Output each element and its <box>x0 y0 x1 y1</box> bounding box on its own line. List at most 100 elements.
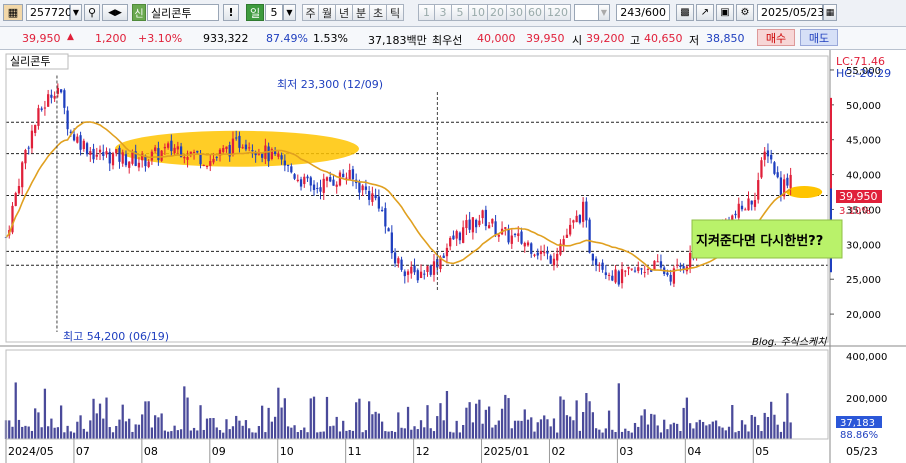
candle-body <box>510 235 513 244</box>
sell-button[interactable]: 매도 <box>800 29 838 46</box>
volume-bar <box>147 401 150 439</box>
period-value-input[interactable]: 5 <box>265 4 283 21</box>
candle-body <box>607 274 611 276</box>
volume-bar <box>202 429 205 439</box>
period-tick-button[interactable]: 틱 <box>387 4 404 21</box>
volume-bar <box>277 387 280 439</box>
candle-body <box>397 258 400 264</box>
candle-body <box>633 270 637 272</box>
volume-bar <box>779 431 783 439</box>
buy-button[interactable]: 매수 <box>757 29 795 46</box>
date-field[interactable]: 2025/05/23 <box>757 4 824 21</box>
period-dropdown-icon[interactable]: ▼ <box>283 4 296 21</box>
low-price: 38,850 <box>706 32 745 45</box>
volume-bar <box>403 428 406 439</box>
interval-3-button[interactable]: 3 <box>435 4 452 21</box>
volume-bar <box>82 428 85 439</box>
search-icon[interactable]: ⚲ <box>84 4 100 21</box>
volume-bar <box>588 401 591 439</box>
candle-body <box>303 176 306 185</box>
volume-bar <box>750 415 753 439</box>
volume-bar <box>254 432 257 439</box>
indicator-hc-label: HC:-26.29 <box>836 67 891 80</box>
period-minute-button[interactable]: 분 <box>353 4 370 21</box>
save-icon[interactable]: ▣ <box>716 4 734 21</box>
candle-body <box>406 271 410 275</box>
interval-10-button[interactable]: 10 <box>469 4 488 21</box>
stock-name-field[interactable]: 실리콘투 <box>147 4 219 21</box>
candle-body <box>296 179 299 181</box>
volume-bar <box>377 413 380 439</box>
volume-bar <box>439 403 442 439</box>
price-change-pct: +3.10% <box>138 32 183 45</box>
x-tick-label: 03 <box>619 445 633 458</box>
custom-interval-dropdown-icon[interactable]: ▼ <box>598 4 610 21</box>
volume-tick-1: 400,000 <box>846 352 887 363</box>
volume-bar <box>63 432 66 439</box>
candle-body <box>14 193 17 206</box>
period-week-button[interactable]: 주 <box>302 4 319 21</box>
interval-60-button[interactable]: 60 <box>526 4 545 21</box>
volume-bar <box>228 429 231 439</box>
x-tick-label: 02 <box>551 445 565 458</box>
calendar-icon[interactable]: ▦ <box>823 4 837 21</box>
period-second-button[interactable]: 초 <box>370 4 387 21</box>
interval-20-button[interactable]: 20 <box>488 4 507 21</box>
drawing-tool-icon[interactable]: ↗ <box>696 4 714 21</box>
menu-icon[interactable]: ▦ <box>3 4 23 21</box>
candle-body <box>789 174 792 188</box>
interval-5-button[interactable]: 5 <box>452 4 469 21</box>
indicator-icon[interactable]: ▩ <box>676 4 694 21</box>
volume-bar <box>523 409 526 439</box>
volume-bar <box>426 405 429 439</box>
volume-bar <box>374 411 377 439</box>
candle-body <box>750 200 753 205</box>
volume-bar <box>624 428 627 439</box>
candle-body <box>79 135 82 150</box>
candle-body <box>403 271 406 277</box>
volume-bar <box>235 415 238 439</box>
prev-next-icon[interactable]: ◀▶ <box>102 4 128 21</box>
volume-bar <box>95 413 98 439</box>
volume-bar <box>225 419 228 439</box>
stock-code-input[interactable]: 257720 <box>26 4 72 21</box>
candle-body <box>199 153 202 165</box>
stock-chart[interactable]: 20,00025,00030,00035,00040,00045,00050,0… <box>0 50 906 463</box>
period-year-button[interactable]: 년 <box>336 4 353 21</box>
trade-value: 37,183백만 <box>368 34 427 47</box>
alert-button[interactable]: ! <box>223 4 239 21</box>
volume-bar <box>264 432 267 439</box>
candle-body <box>238 135 241 148</box>
volume-bar <box>102 418 105 439</box>
candle-body <box>40 108 43 110</box>
candle-body <box>416 270 419 281</box>
period-daily-button[interactable]: 일 <box>246 4 264 21</box>
candle-body <box>257 153 261 155</box>
volume-bar <box>416 429 419 439</box>
volume-bar <box>432 431 436 439</box>
volume-bar <box>196 430 199 439</box>
volume-bar <box>72 432 76 439</box>
candle-body <box>163 146 167 149</box>
candle-body <box>770 154 773 160</box>
settings-gear-icon[interactable]: ⚙ <box>736 4 754 21</box>
volume-bar <box>111 432 115 439</box>
candle-body <box>325 177 329 181</box>
volume-bar <box>118 419 121 439</box>
volume-bar <box>783 421 786 439</box>
volume-bar <box>335 416 338 439</box>
interval-30-button[interactable]: 30 <box>507 4 526 21</box>
volume-bar <box>27 426 30 439</box>
period-month-button[interactable]: 월 <box>319 4 336 21</box>
code-dropdown-icon[interactable]: ▼ <box>70 4 82 21</box>
candle-body <box>617 271 620 285</box>
best-ask: 40,000 <box>477 32 516 45</box>
interval-1-button[interactable]: 1 <box>418 4 435 21</box>
interval-120-button[interactable]: 120 <box>545 4 571 21</box>
candle-body <box>173 147 176 154</box>
candle-body <box>192 151 196 153</box>
volume-bar <box>585 393 588 439</box>
volume-bar <box>679 431 682 439</box>
volume-bar <box>740 420 744 439</box>
data-count-field[interactable]: 243/600 <box>616 4 670 21</box>
